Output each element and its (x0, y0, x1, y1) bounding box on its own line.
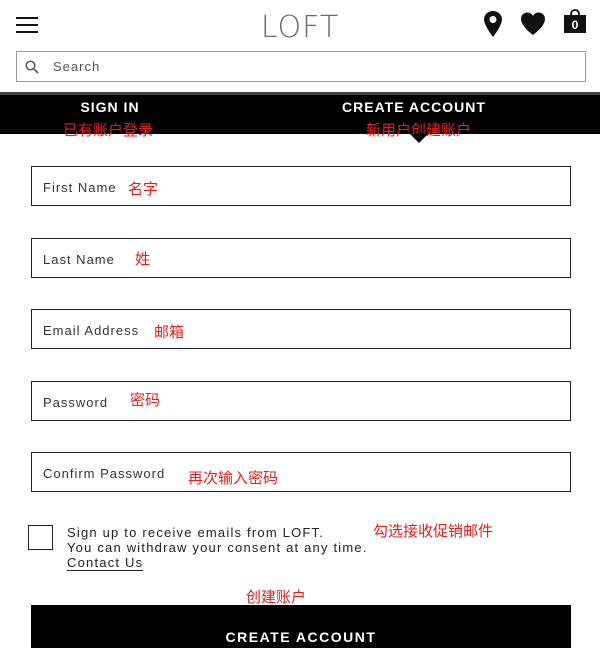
email-field[interactable]: Email Address (31, 309, 571, 349)
email-label: Email Address (43, 323, 140, 338)
first-name-annotation: 名字 (128, 180, 159, 198)
tab-create-account[interactable]: CREATE ACCOUNT (330, 99, 498, 115)
loft-logo[interactable]: LOFT (0, 10, 600, 45)
search-box[interactable] (16, 51, 586, 82)
location-pin-icon[interactable] (483, 10, 503, 38)
consent-text-line1: Sign up to receive emails from LOFT. (67, 525, 325, 540)
confirm-password-label: Confirm Password (43, 466, 166, 481)
confirm-password-field[interactable]: Confirm Password (31, 452, 571, 492)
shopping-bag-icon[interactable]: 0 (563, 8, 587, 34)
consent-annotation: 勾选接收促销邮件 (373, 522, 494, 540)
favorites-heart-icon[interactable] (520, 11, 546, 37)
email-consent-checkbox[interactable] (28, 525, 53, 550)
password-annotation: 密码 (130, 391, 161, 409)
tab-sign-in[interactable]: SIGN IN (60, 99, 160, 115)
last-name-field[interactable]: Last Name (31, 238, 571, 278)
first-name-field[interactable]: First Name (31, 166, 571, 206)
contact-us-link[interactable]: Contact Us (67, 555, 144, 571)
create-button-annotation: 创建账户 (246, 588, 307, 606)
search-input[interactable] (53, 52, 573, 81)
header: LOFT 0 (0, 0, 600, 50)
password-label: Password (43, 395, 109, 410)
active-tab-indicator (410, 134, 428, 143)
sign-in-annotation: 已有账户登录 (63, 121, 154, 139)
email-annotation: 邮箱 (154, 323, 185, 341)
consent-text-line2: You can withdraw your consent at any tim… (67, 540, 368, 555)
bag-count-badge: 0 (571, 18, 579, 32)
first-name-label: First Name (43, 180, 117, 195)
last-name-annotation: 姓 (135, 250, 151, 268)
confirm-password-annotation: 再次输入密码 (188, 469, 279, 487)
auth-tabbar: SIGN IN CREATE ACCOUNT 已有账户登录 新用户创建账户 (0, 92, 600, 139)
create-account-button[interactable]: CREATE ACCOUNT (31, 605, 571, 648)
password-field[interactable]: Password (31, 381, 571, 421)
password-input[interactable] (32, 382, 570, 420)
last-name-label: Last Name (43, 252, 115, 267)
search-icon (25, 60, 39, 74)
